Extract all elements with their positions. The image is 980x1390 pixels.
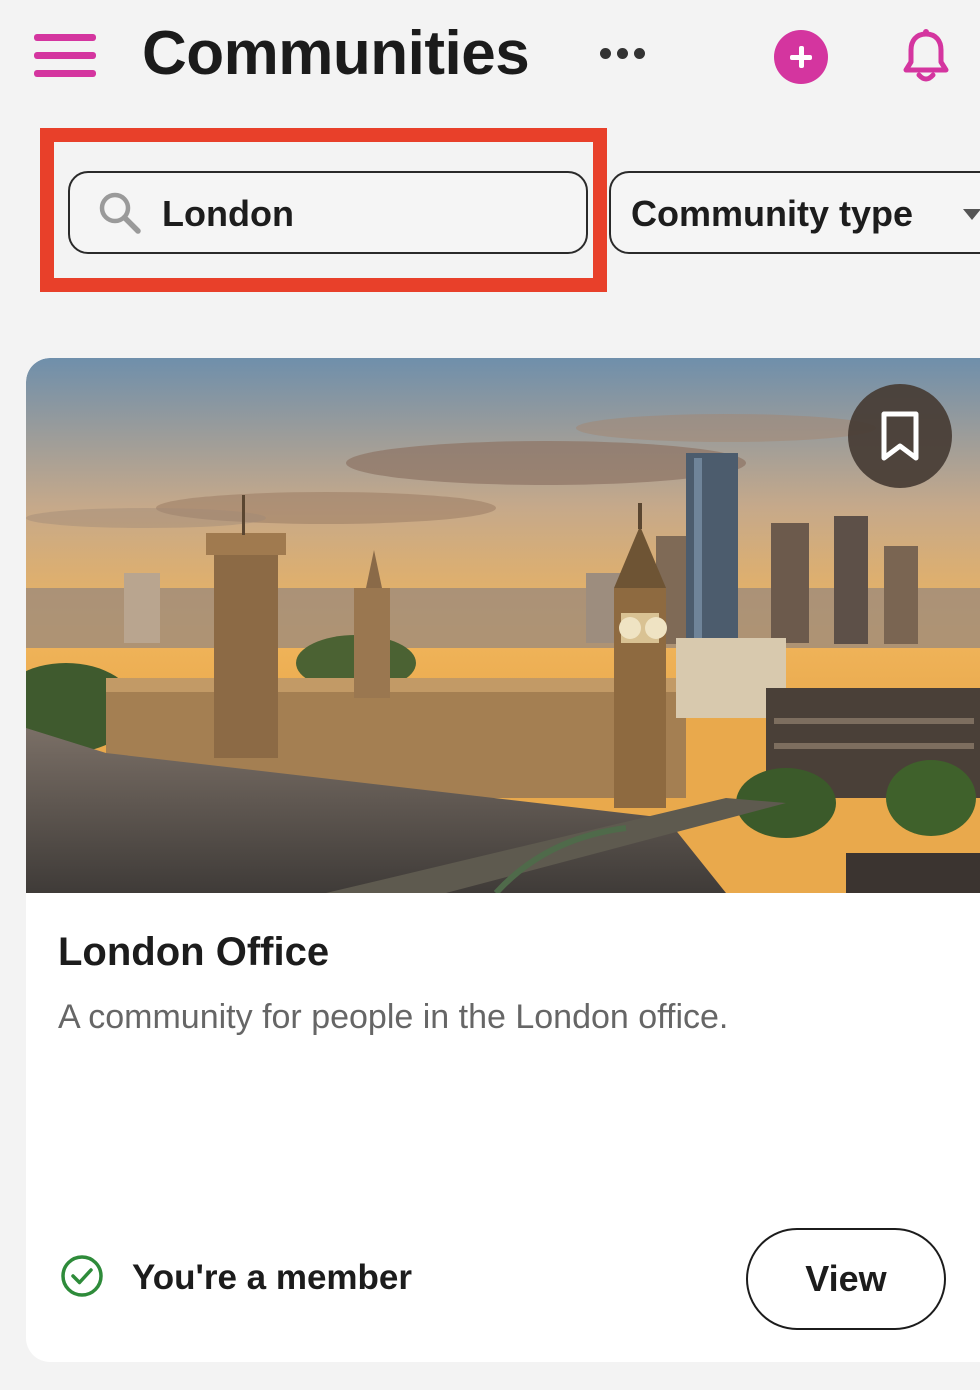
more-horizontal-icon[interactable] [600, 48, 648, 64]
community-cover-image [26, 358, 980, 893]
hamburger-menu-icon[interactable] [34, 34, 96, 78]
bookmark-icon [881, 411, 919, 461]
search-value: London [162, 193, 294, 234]
search-icon [99, 192, 141, 234]
bookmark-button[interactable] [848, 384, 952, 488]
membership-status: You're a member [132, 1258, 412, 1297]
search-input[interactable]: London [68, 171, 588, 254]
community-description: A community for people in the London off… [58, 998, 729, 1036]
chevron-down-icon [963, 209, 980, 220]
notifications-button[interactable] [902, 28, 950, 84]
community-type-dropdown[interactable]: Community type [609, 171, 980, 254]
page-title: Communities [142, 19, 530, 88]
app-header: Communities [0, 0, 980, 115]
bell-icon [903, 29, 949, 82]
community-card[interactable]: London Office A community for people in … [26, 358, 980, 1362]
communities-page: Communities London Community type London… [0, 0, 980, 1390]
community-type-label: Community type [631, 193, 914, 234]
check-circle-icon [61, 1255, 103, 1297]
add-community-button[interactable] [774, 30, 828, 84]
view-button[interactable]: View [746, 1228, 946, 1330]
community-title: London Office [58, 930, 330, 974]
